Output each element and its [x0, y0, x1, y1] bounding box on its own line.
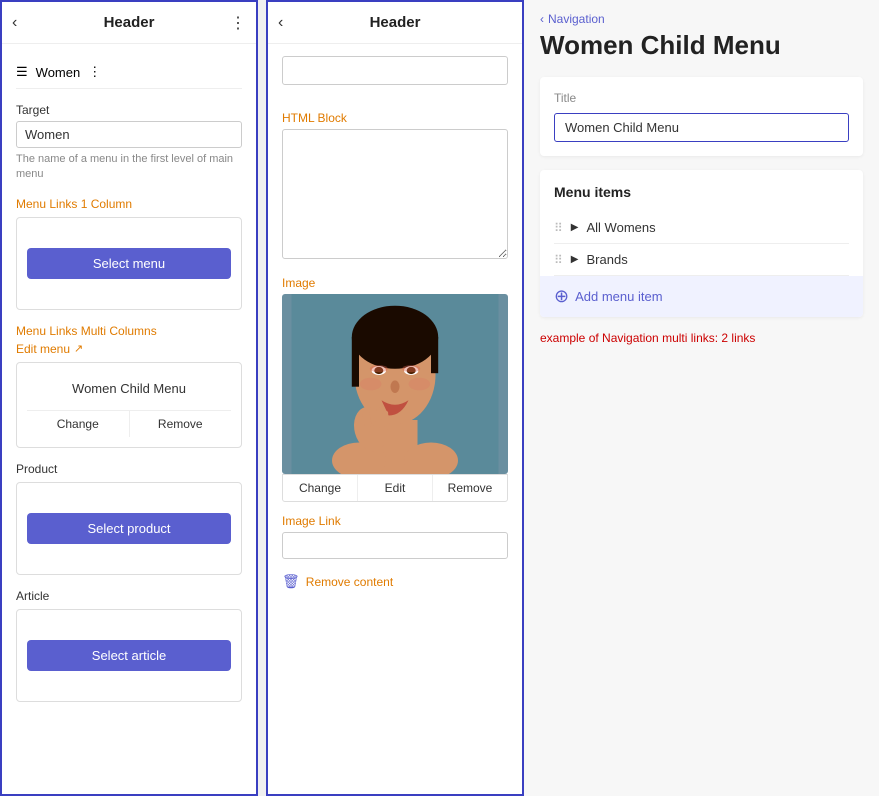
plus-circle-icon: ⊕: [554, 286, 569, 307]
title-field-label: Title: [554, 91, 849, 105]
add-menu-item[interactable]: ⊕ Add menu item: [540, 276, 863, 317]
menu-links-multi-label: Menu Links Multi Columns: [16, 324, 242, 338]
title-field-value[interactable]: Women Child Menu: [554, 113, 849, 142]
woman-image-svg: [282, 294, 508, 474]
menu-links-1col-box: Select menu: [16, 217, 242, 310]
select-article-button[interactable]: Select article: [27, 640, 231, 671]
article-label: Article: [16, 589, 242, 603]
middle-top-input[interactable]: [282, 56, 508, 85]
edit-menu-label: Edit menu: [16, 342, 70, 356]
menu-item-row: ⠿ ▶ Brands: [554, 244, 849, 276]
remove-content[interactable]: 🗑 Remove content: [282, 573, 508, 590]
page-title: Women Child Menu: [540, 30, 863, 61]
middle-panel-body: HTML Block Image: [268, 44, 522, 794]
menu-items-title: Menu items: [554, 184, 849, 200]
remove-menu-button[interactable]: Remove: [130, 411, 232, 437]
trash-icon: 🗑: [282, 573, 300, 590]
article-content: Select article: [27, 620, 231, 691]
menu-links-1col-content: Select menu: [27, 228, 231, 299]
add-menu-item-label: Add menu item: [575, 289, 662, 304]
image-change-button[interactable]: Change: [283, 475, 358, 501]
expand-icon-1[interactable]: ▶: [571, 222, 579, 233]
expand-icon-2[interactable]: ▶: [571, 254, 579, 265]
middle-panel: ‹ Header HTML Block Image: [266, 0, 524, 796]
html-block-label: HTML Block: [282, 111, 508, 125]
title-card: Title Women Child Menu: [540, 77, 863, 156]
women-child-menu-box: Women Child Menu Change Remove: [16, 362, 242, 448]
product-box: Select product: [16, 482, 242, 575]
select-menu-button[interactable]: Select menu: [27, 248, 231, 279]
nav-item-label: Women: [36, 65, 81, 80]
breadcrumb[interactable]: ‹ Navigation: [540, 0, 863, 30]
breadcrumb-label: Navigation: [548, 12, 605, 26]
left-panel-header: ‹ Header ⋮: [2, 2, 256, 44]
breadcrumb-chevron: ‹: [540, 12, 544, 26]
left-back-arrow[interactable]: ‹: [12, 14, 17, 32]
menu-links-1col-label: Menu Links 1 Column: [16, 197, 242, 211]
image-actions: Change Edit Remove: [282, 474, 508, 502]
left-panel-body: ☰ Women ⋮ Target The name of a menu in t…: [2, 44, 256, 794]
nav-item-icon: ☰: [16, 64, 28, 80]
right-panel: ‹ Navigation Women Child Menu Title Wome…: [524, 0, 879, 796]
nav-item-dots[interactable]: ⋮: [88, 64, 101, 80]
target-hint: The name of a menu in the first level of…: [16, 152, 242, 183]
left-panel-dots[interactable]: ⋮: [230, 13, 246, 33]
image-link-input[interactable]: [282, 532, 508, 559]
drag-icon-2: ⠿: [554, 253, 563, 267]
menu-items-card: Menu items ⠿ ▶ All Womens ⠿ ▶ Brands ⊕ A…: [540, 170, 863, 317]
image-label: Image: [282, 276, 508, 290]
middle-back-arrow[interactable]: ‹: [278, 14, 283, 32]
product-content: Select product: [27, 493, 231, 564]
left-panel: ‹ Header ⋮ ☰ Women ⋮ Target The name of …: [0, 0, 258, 796]
target-input[interactable]: [16, 121, 242, 148]
drag-icon-1: ⠿: [554, 221, 563, 235]
image-remove-button[interactable]: Remove: [433, 475, 507, 501]
image-link-label: Image Link: [282, 514, 508, 528]
menu-item-name-2: Brands: [587, 252, 628, 267]
product-label: Product: [16, 462, 242, 476]
image-preview: [282, 294, 508, 474]
example-text: example of Navigation multi links: 2 lin…: [540, 331, 863, 345]
selected-menu-name: Women Child Menu: [27, 373, 231, 404]
select-product-button[interactable]: Select product: [27, 513, 231, 544]
menu-item-row: ⠿ ▶ All Womens: [554, 212, 849, 244]
article-box: Select article: [16, 609, 242, 702]
left-panel-title: Header: [104, 14, 155, 31]
menu-item-name-1: All Womens: [587, 220, 656, 235]
middle-panel-header: ‹ Header: [268, 2, 522, 44]
html-block-textarea[interactable]: [282, 129, 508, 259]
remove-content-label: Remove content: [306, 575, 393, 589]
target-label: Target: [16, 103, 242, 117]
middle-panel-title: Header: [370, 14, 421, 31]
nav-item-row: ☰ Women ⋮: [16, 56, 242, 89]
image-edit-button[interactable]: Edit: [358, 475, 433, 501]
change-menu-button[interactable]: Change: [27, 411, 130, 437]
menu-box-actions: Change Remove: [27, 410, 231, 437]
external-link-icon: ↗: [74, 342, 83, 355]
edit-menu-link[interactable]: Edit menu ↗: [16, 342, 242, 356]
